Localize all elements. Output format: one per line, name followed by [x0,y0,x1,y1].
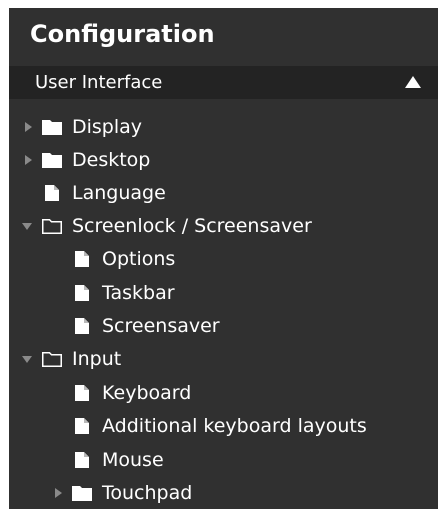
tree-item-keyboard[interactable]: Keyboard [50,376,191,409]
tree-item-label: Keyboard [102,381,192,404]
folder-icon [42,152,62,168]
tree-item-touchpad[interactable]: Touchpad [50,476,192,509]
chevron-down-icon[interactable] [20,353,36,365]
folder-open-icon [42,351,62,367]
tree-item-display[interactable]: Display [20,110,142,143]
folder-open-icon [42,218,62,234]
tree-item-label: Language [72,181,166,204]
tree-item-label: Touchpad [102,481,193,504]
tree-item-label: Input [72,347,122,370]
tree-item-desktop[interactable]: Desktop [20,143,150,176]
section-label: User Interface [35,72,163,93]
section-header-user-interface[interactable]: User Interface [9,66,438,99]
document-icon [75,250,89,267]
folder-icon [42,119,62,135]
tree-item-label: Options [102,247,176,270]
document-icon [75,317,89,334]
tree-item-additional-keyboard-layouts[interactable]: Additional keyboard layouts [50,409,367,442]
document-icon [75,417,89,434]
tree-item-screensaver[interactable]: Screensaver [50,309,220,342]
document-icon [75,284,89,301]
tree-item-label: Desktop [72,148,151,171]
triangle-up-icon[interactable] [404,75,422,89]
tree-item-label: Display [72,115,143,138]
document-icon [75,451,89,468]
tree-item-options[interactable]: Options [50,242,175,275]
tree-item-label: Screenlock / Screensaver [72,214,312,237]
tree-item-label: Taskbar [102,281,175,304]
tree-item-language[interactable]: Language [20,176,166,209]
document-icon [45,184,59,201]
tree-item-taskbar[interactable]: Taskbar [50,276,175,309]
panel-title: Configuration [30,20,215,48]
tree-item-input[interactable]: Input [20,342,121,375]
tree-item-screenlock-screensaver[interactable]: Screenlock / Screensaver [20,209,312,242]
tree-item-mouse[interactable]: Mouse [50,443,164,476]
chevron-down-icon[interactable] [20,220,36,232]
chevron-right-icon[interactable] [20,154,36,166]
chevron-right-icon[interactable] [50,487,66,499]
folder-icon [72,485,92,501]
document-icon [75,384,89,401]
tree-item-label: Mouse [102,448,164,471]
chevron-right-icon[interactable] [20,121,36,133]
tree-item-label: Screensaver [102,314,220,337]
tree-item-label: Additional keyboard layouts [102,414,367,437]
